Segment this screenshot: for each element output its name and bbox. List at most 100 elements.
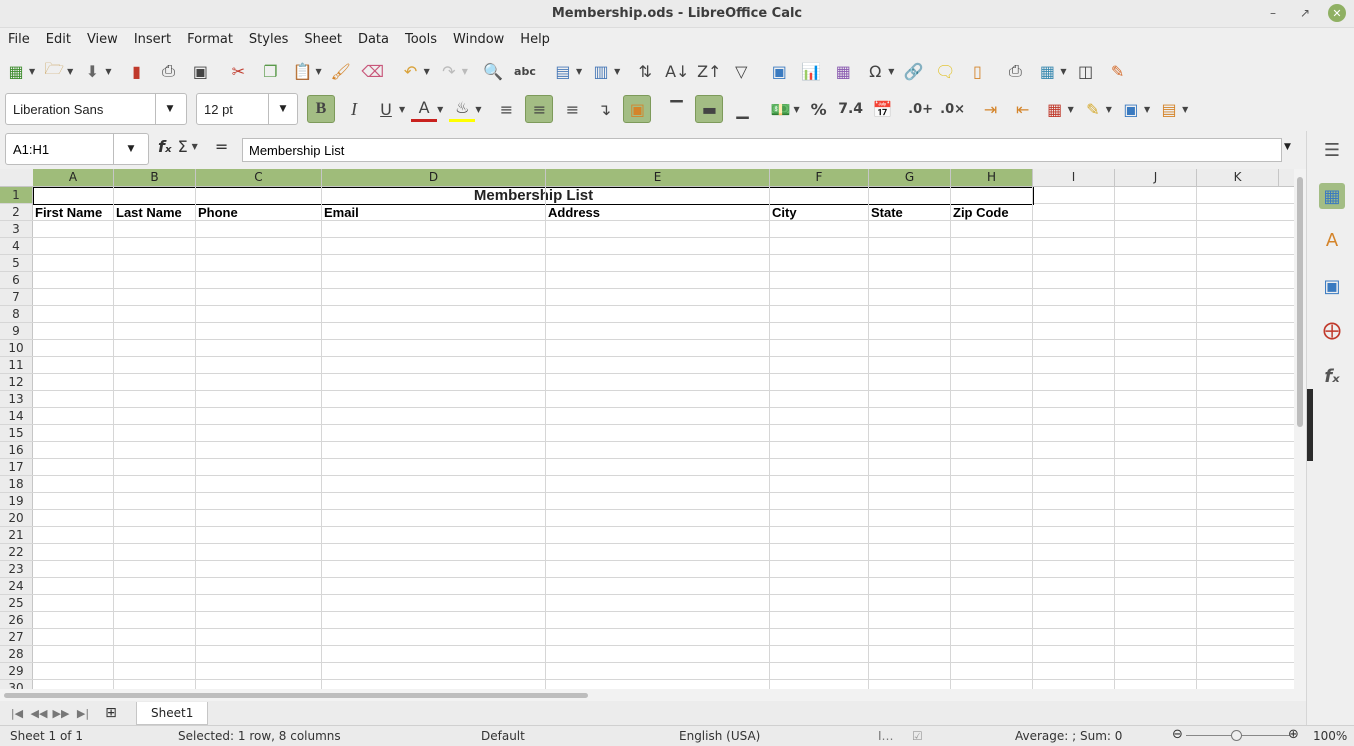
merged-title-cell[interactable]: Membership List — [33, 187, 1034, 205]
row-header[interactable]: 9 — [0, 323, 33, 339]
close-icon[interactable]: ✕ — [1328, 4, 1346, 22]
row-header[interactable]: 24 — [0, 578, 33, 594]
column-header-a[interactable]: A — [33, 169, 114, 186]
row-header[interactable]: 16 — [0, 442, 33, 458]
border-style-dropdown-icon[interactable]: ▼ — [1106, 105, 1112, 114]
menu-view[interactable]: View — [79, 32, 126, 47]
function-wizard-icon[interactable]: fₓ — [158, 137, 172, 156]
row-header[interactable]: 1 — [0, 187, 33, 203]
row-header[interactable]: 3 — [0, 221, 33, 237]
row-icon[interactable]: ▤ — [550, 58, 576, 84]
clone-formatting-icon[interactable]: 🖌 — [328, 58, 354, 84]
clear-formatting-icon[interactable]: ⌫ — [360, 58, 386, 84]
formula-input-box[interactable] — [242, 138, 1282, 162]
horizontal-scroll-thumb[interactable] — [4, 693, 588, 698]
menu-data[interactable]: Data — [350, 32, 397, 47]
row-header[interactable]: 22 — [0, 544, 33, 560]
row-header[interactable]: 6 — [0, 272, 33, 288]
column-icon[interactable]: ▥ — [588, 58, 614, 84]
row-header[interactable]: 12 — [0, 374, 33, 390]
column-header-e[interactable]: E — [546, 169, 770, 186]
header-cell[interactable]: State — [869, 204, 951, 220]
name-box[interactable]: ▼ — [5, 133, 149, 165]
borders-icon[interactable]: ▦ — [1042, 96, 1068, 122]
column-header-b[interactable]: B — [114, 169, 196, 186]
navigator-icon[interactable]: ⨁ — [1319, 317, 1345, 343]
zoom-in-icon[interactable]: ⊕ — [1288, 727, 1299, 742]
number-format-icon[interactable]: 7.4 — [838, 96, 864, 122]
percent-format-icon[interactable]: % — [806, 96, 832, 122]
decrease-indent-icon[interactable]: ⇤ — [1010, 96, 1036, 122]
sort-icon[interactable]: ⇅ — [632, 58, 658, 84]
page-style[interactable]: Default — [481, 729, 525, 743]
split-window-icon[interactable]: ◫ — [1073, 58, 1099, 84]
sidebar-collapse-handle[interactable] — [1307, 389, 1313, 461]
row-header[interactable]: 15 — [0, 425, 33, 441]
font-color-button[interactable]: A — [411, 97, 438, 122]
increase-indent-icon[interactable]: ⇥ — [978, 96, 1004, 122]
align-center-icon[interactable]: ≡ — [525, 95, 554, 123]
font-size-input[interactable] — [197, 100, 268, 118]
highlight-color-button[interactable]: ♨ — [449, 97, 476, 122]
font-color-dropdown-icon[interactable]: ▼ — [437, 105, 443, 114]
row-header[interactable]: 19 — [0, 493, 33, 509]
horizontal-scrollbar[interactable] — [0, 689, 1306, 701]
chevron-down-icon[interactable]: ▼ — [113, 134, 148, 164]
row-header[interactable]: 14 — [0, 408, 33, 424]
hyperlink-icon[interactable]: 🔗 — [900, 58, 926, 84]
header-cell[interactable]: Email — [322, 204, 546, 220]
delete-decimal-icon[interactable]: .0× — [940, 96, 966, 122]
language[interactable]: English (USA) — [679, 729, 760, 743]
underline-button[interactable]: U — [373, 96, 399, 122]
cut-icon[interactable]: ✂ — [225, 58, 251, 84]
special-character-dropdown-icon[interactable]: ▼ — [888, 67, 894, 76]
properties-icon[interactable]: ▦ — [1319, 183, 1345, 209]
header-cell[interactable]: Phone — [196, 204, 322, 220]
save-dropdown-icon[interactable]: ▼ — [105, 67, 111, 76]
conditional-dropdown-icon[interactable]: ▼ — [1182, 105, 1188, 114]
row-header[interactable]: 7 — [0, 289, 33, 305]
row-header[interactable]: 11 — [0, 357, 33, 373]
print-preview-icon[interactable]: ▣ — [187, 58, 213, 84]
sum-info[interactable]: Average: ; Sum: 0 — [1015, 729, 1122, 743]
align-right-icon[interactable]: ≡ — [559, 96, 585, 122]
menu-tools[interactable]: Tools — [397, 32, 445, 47]
formula-icon[interactable]: = — [215, 137, 228, 156]
vertical-scrollbar[interactable] — [1294, 169, 1306, 689]
spelling-icon[interactable]: abc — [512, 58, 538, 84]
insert-chart-icon[interactable]: 📊 — [798, 58, 824, 84]
new-dropdown-icon[interactable]: ▼ — [29, 67, 35, 76]
align-bottom-icon[interactable]: ▁ — [729, 96, 755, 122]
expand-formula-bar-icon[interactable]: ▼ — [1284, 142, 1291, 152]
open-dropdown-icon[interactable]: ▼ — [67, 67, 73, 76]
special-character-icon[interactable]: Ω — [862, 58, 888, 84]
column-header-j[interactable]: J — [1115, 169, 1197, 186]
row-header[interactable]: 10 — [0, 340, 33, 356]
export-pdf-icon[interactable]: ▮ — [123, 58, 149, 84]
column-header-h[interactable]: H — [951, 169, 1033, 186]
date-format-icon[interactable]: 📅 — [870, 96, 896, 122]
row-header[interactable]: 18 — [0, 476, 33, 492]
zoom-slider-knob[interactable] — [1231, 730, 1242, 741]
minimize-icon[interactable]: – — [1264, 4, 1282, 22]
bold-button[interactable]: B — [307, 95, 335, 123]
redo-icon[interactable]: ↷ — [436, 58, 462, 84]
new-document-icon[interactable]: ▦ — [3, 58, 29, 84]
chevron-down-icon[interactable]: ▼ — [268, 94, 297, 124]
headers-footers-icon[interactable]: ▯ — [964, 58, 990, 84]
styles-icon[interactable]: A — [1319, 227, 1345, 253]
italic-button[interactable]: I — [341, 96, 367, 122]
redo-dropdown-icon[interactable]: ▼ — [462, 67, 468, 76]
conditional-format-icon[interactable]: ▤ — [1156, 96, 1182, 122]
font-name-input[interactable] — [6, 100, 155, 118]
row-header[interactable]: 28 — [0, 646, 33, 662]
row-header[interactable]: 13 — [0, 391, 33, 407]
define-print-area-icon[interactable]: ⎙ — [1002, 58, 1028, 84]
column-header-d[interactable]: D — [322, 169, 546, 186]
freeze-rows-columns-icon[interactable]: ▦ — [1034, 58, 1060, 84]
last-sheet-icon[interactable]: ▶| — [72, 703, 94, 723]
row-header[interactable]: 29 — [0, 663, 33, 679]
sort-ascending-icon[interactable]: A↓ — [664, 58, 690, 84]
align-top-icon[interactable]: ▔ — [663, 96, 689, 122]
row-header[interactable]: 20 — [0, 510, 33, 526]
